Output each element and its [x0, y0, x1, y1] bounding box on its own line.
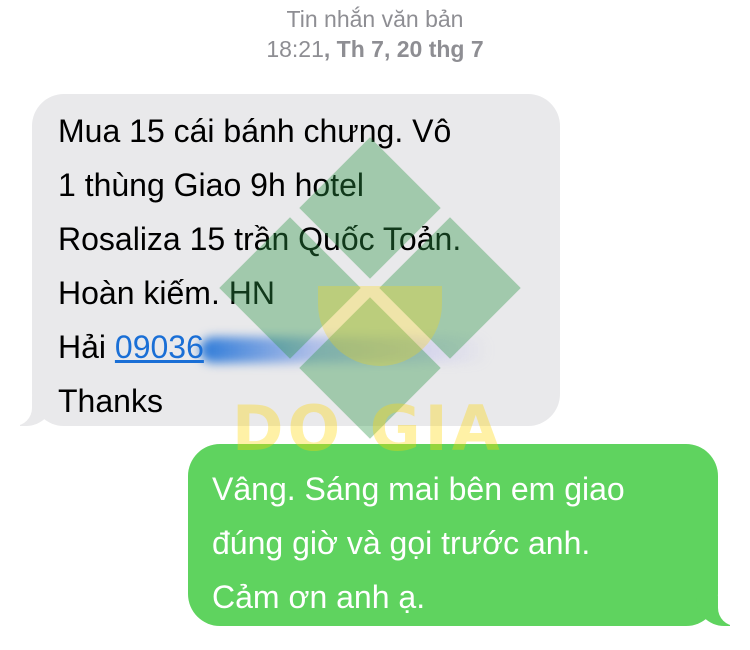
message-line: Rosaliza 15 trần Quốc Toản.	[58, 221, 462, 257]
message-line: Thanks	[58, 383, 163, 419]
message-line: 1 thùng Giao 9h hotel	[58, 167, 365, 203]
outgoing-message-bubble[interactable]: Vâng. Sáng mai bên em giao đúng giờ và g…	[188, 444, 744, 626]
conversation-header: Tin nhắn văn bản 18:21, Th 7, 20 thg 7	[0, 4, 750, 64]
message-line: Hoàn kiếm. HN	[58, 275, 275, 311]
message-line-contact: Hải 09036	[58, 320, 536, 374]
contact-name: Hải	[58, 329, 115, 365]
message-type-label: Tin nhắn văn bản	[286, 6, 464, 32]
timestamp-time: 18:21	[266, 36, 324, 62]
timestamp-date: , Th 7, 20 thg 7	[323, 36, 484, 62]
phone-number-link[interactable]: 09036	[115, 329, 204, 365]
redacted-phone-blur	[199, 336, 490, 363]
message-line: đúng giờ và gọi trước anh.	[212, 525, 591, 561]
message-line: Cảm ơn anh ạ.	[212, 579, 426, 615]
incoming-message-bubble[interactable]: Mua 15 cái bánh chưng. Vô 1 thùng Giao 9…	[6, 94, 560, 426]
timestamp: 18:21, Th 7, 20 thg 7	[0, 34, 750, 64]
message-line: Mua 15 cái bánh chưng. Vô	[58, 113, 452, 149]
message-line: Vâng. Sáng mai bên em giao	[212, 471, 625, 507]
